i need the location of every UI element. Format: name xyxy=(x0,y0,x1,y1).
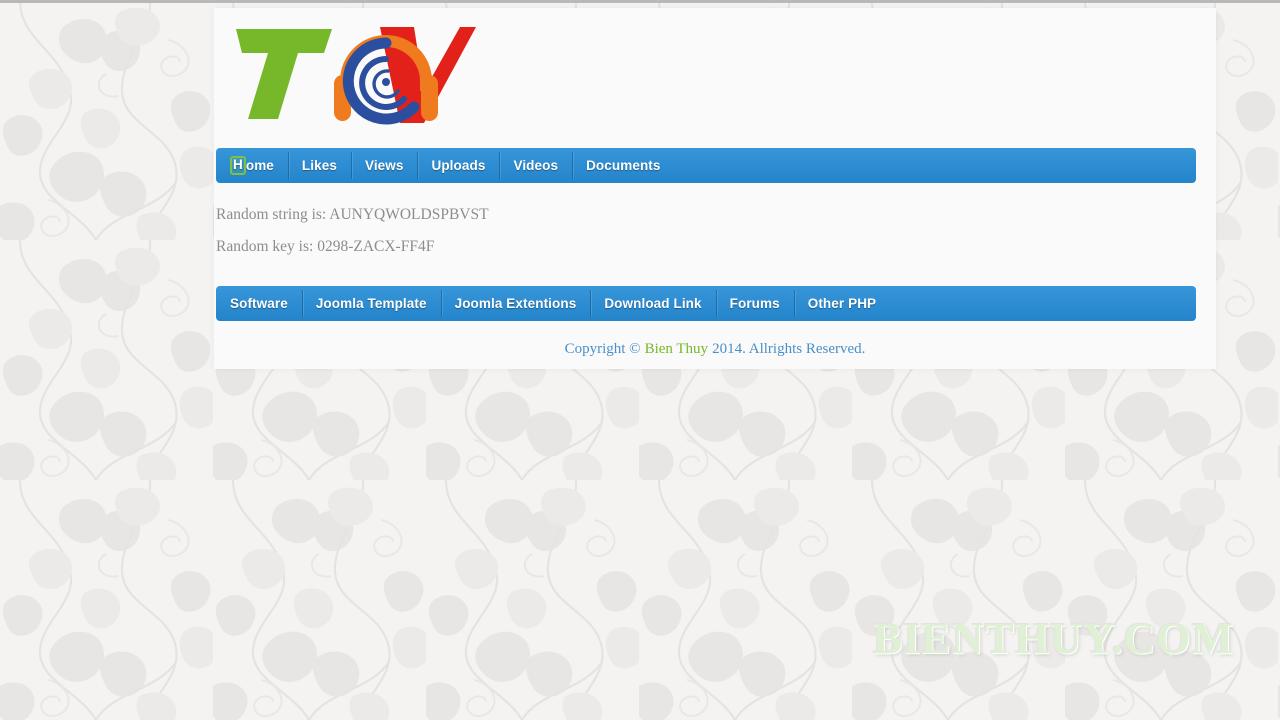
tcv-logo[interactable] xyxy=(228,19,478,129)
random-string-label: Random string is: xyxy=(216,206,327,223)
nav-item-download-link-label: Download Link xyxy=(604,296,702,312)
random-string-line: Random string is: AUNYQWOLDSPBVST xyxy=(216,199,1216,231)
primary-navigation: Home Likes Views Uploads Videos Document… xyxy=(216,148,1196,183)
nav-item-likes[interactable]: Likes xyxy=(287,148,351,183)
site-watermark: BIENTHUY.COM xyxy=(872,614,1234,663)
copyright-prefix: Copyright © xyxy=(564,340,641,357)
nav-item-joomla-template[interactable]: Joomla Template xyxy=(301,286,441,321)
nav-item-software-label: Software xyxy=(230,296,288,312)
random-info-section: Random string is: AUNYQWOLDSPBVST Random… xyxy=(214,183,1216,277)
nav-item-forums-label: Forums xyxy=(729,296,780,312)
nav-item-uploads[interactable]: Uploads xyxy=(417,148,499,183)
site-footer: Copyright © Bien Thuy 2014. Allrights Re… xyxy=(214,329,1216,370)
nav-item-joomla-template-label: Joomla Template xyxy=(315,296,427,312)
nav-item-software[interactable]: Software xyxy=(216,286,302,321)
nav-item-joomla-extentions[interactable]: Joomla Extentions xyxy=(440,286,591,321)
nav-item-views[interactable]: Views xyxy=(350,148,418,183)
browser-chrome-edge xyxy=(0,0,1280,3)
nav-item-home-label: ome xyxy=(245,158,274,173)
nav-item-documents-label: Documents xyxy=(586,158,661,173)
copyright-suffix: 2014. Allrights Reserved. xyxy=(712,340,866,357)
random-key-line: Random key is: 0298-ZACX-FF4F xyxy=(216,231,1216,263)
copyright-brand-link[interactable]: Bien Thuy xyxy=(641,341,712,358)
nav-item-home[interactable]: Home xyxy=(216,148,288,183)
nav-item-likes-label: Likes xyxy=(301,158,337,173)
random-string-value: AUNYQWOLDSPBVST xyxy=(329,206,489,223)
random-key-value: 0298-ZACX-FF4F xyxy=(317,238,435,256)
nav-item-forums[interactable]: Forums xyxy=(715,286,794,321)
nav-item-videos[interactable]: Videos xyxy=(499,148,572,183)
nav-item-videos-label: Videos xyxy=(513,158,559,173)
nav-item-other-php[interactable]: Other PHP xyxy=(793,286,890,321)
secondary-navigation: Software Joomla Template Joomla Extentio… xyxy=(216,286,1196,322)
page-container: Home Likes Views Uploads Videos Document… xyxy=(214,8,1216,370)
nav-item-joomla-extentions-label: Joomla Extentions xyxy=(454,296,577,312)
home-focus-highlight: H xyxy=(230,156,246,175)
nav-item-download-link[interactable]: Download Link xyxy=(590,286,715,321)
nav-item-uploads-label: Uploads xyxy=(431,158,486,173)
nav-item-views-label: Views xyxy=(364,158,404,173)
secondary-nav-wrapper: Software Joomla Template Joomla Extentio… xyxy=(214,277,1216,322)
nav-item-documents[interactable]: Documents xyxy=(572,148,674,183)
site-header xyxy=(214,8,1216,139)
nav-item-other-php-label: Other PHP xyxy=(807,296,877,312)
primary-nav-wrapper: Home Likes Views Uploads Videos Document… xyxy=(214,139,1216,183)
random-key-label: Random key is: xyxy=(216,238,314,256)
